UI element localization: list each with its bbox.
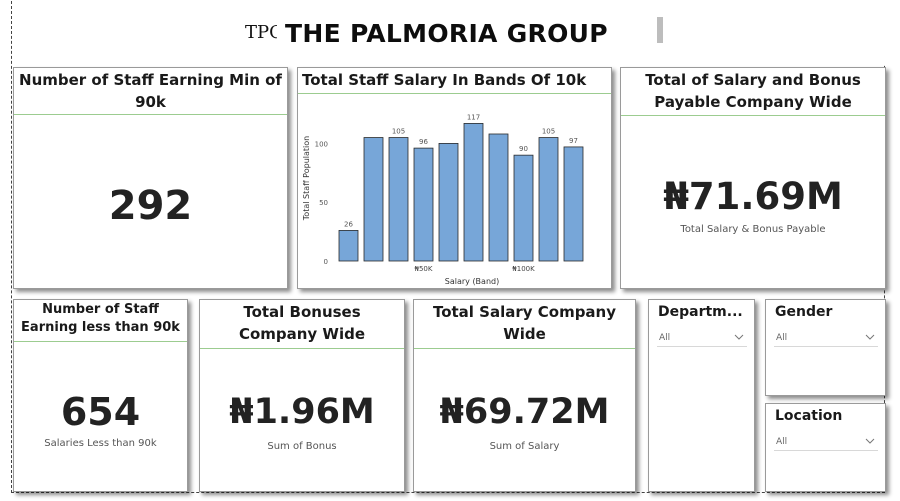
bar [563,146,584,262]
bar [438,143,459,262]
divider [200,348,404,349]
bar [513,154,534,262]
kpi-card-bonuses-total[interactable]: Total Bonuses Company Wide ₦1.96M Sum of… [199,299,405,492]
x-tick-label: ₦100K [512,265,535,273]
x-axis-label: Salary (Band) [445,277,499,286]
kpi-card-staff-less-90k[interactable]: Number of Staff Earning less than 90k 65… [13,299,188,492]
data-label: 117 [467,113,480,121]
card-title: Number of Staff Earning less than 90k [21,302,180,335]
kpi-value: ₦71.69M [663,175,843,218]
bar [538,137,559,262]
kpi-card-salary-bonus-total[interactable]: Total of Salary and Bonus Payable Compan… [620,67,886,289]
kpi-value: 654 [60,390,141,434]
dropdown-value: All [776,437,788,447]
divider [14,341,187,342]
divider [621,115,885,116]
slicer-department[interactable]: Departm... All [648,299,755,492]
card-title: Number of Staff Earning Min of 90k [19,71,282,111]
salary-band-bar-chart: Total Staff Population Salary (Band) 0 50… [302,113,584,286]
data-label: 26 [344,220,353,228]
kpi-subtitle: Total Salary & Bonus Payable [680,224,826,235]
text-cursor-mark [657,17,663,43]
bar [488,133,509,262]
y-tick-label: 100 [315,140,328,148]
dropdown-value: All [776,333,788,343]
data-label: 105 [392,128,405,136]
slicer-gender[interactable]: Gender All [765,299,886,396]
kpi-value: 292 [108,183,193,229]
slicer-title: Departm... [658,304,743,320]
bar [413,147,434,262]
report-header: TPG THE PALMORIA GROUP [12,1,885,65]
slicer-title: Location [775,408,843,424]
chart-card-salary-bands[interactable]: Total Staff Salary In Bands Of 10k Total… [297,67,612,289]
kpi-subtitle: Sum of Salary [489,441,560,452]
data-label: 105 [542,128,555,136]
chart-title: Total Staff Salary In Bands Of 10k [302,71,587,89]
bar [463,123,484,262]
y-tick-label: 50 [319,199,328,207]
bar [388,137,409,262]
divider [414,348,635,349]
card-title: Total of Salary and Bonus Payable Compan… [645,71,861,111]
kpi-card-staff-min-90k[interactable]: Number of Staff Earning Min of 90k 292 [13,67,288,289]
page-title: THE PALMORIA GROUP [285,19,608,48]
chevron-down-icon [865,438,875,444]
kpi-subtitle: Salaries Less than 90k [44,438,157,449]
y-axis-label: Total Staff Population [302,136,311,221]
logo-text: TPG [245,22,277,43]
y-tick-label: 0 [324,258,328,266]
data-label: 90 [519,145,528,153]
kpi-card-salary-total[interactable]: Total Salary Company Wide ₦69.72M Sum of… [413,299,636,492]
data-label: 97 [569,137,578,145]
kpi-value: ₦1.96M [229,392,375,432]
card-title: Total Salary Company Wide [432,303,617,343]
chevron-down-icon [734,334,744,340]
location-dropdown[interactable]: All [774,435,878,451]
slicer-title: Gender [775,304,833,320]
gender-dropdown[interactable]: All [774,331,878,347]
kpi-value: ₦69.72M [439,392,610,432]
data-label: 96 [419,138,428,146]
chevron-down-icon [865,334,875,340]
x-tick-label: ₦50K [415,265,433,273]
bar [338,230,359,262]
kpi-subtitle: Sum of Bonus [267,441,337,452]
dropdown-value: All [659,333,671,343]
divider [14,114,287,115]
slicer-location[interactable]: Location All [765,403,886,492]
card-title: Total Bonuses Company Wide [238,303,366,343]
bar [363,137,384,262]
company-logo: TPG [245,22,277,43]
department-dropdown[interactable]: All [657,331,747,347]
